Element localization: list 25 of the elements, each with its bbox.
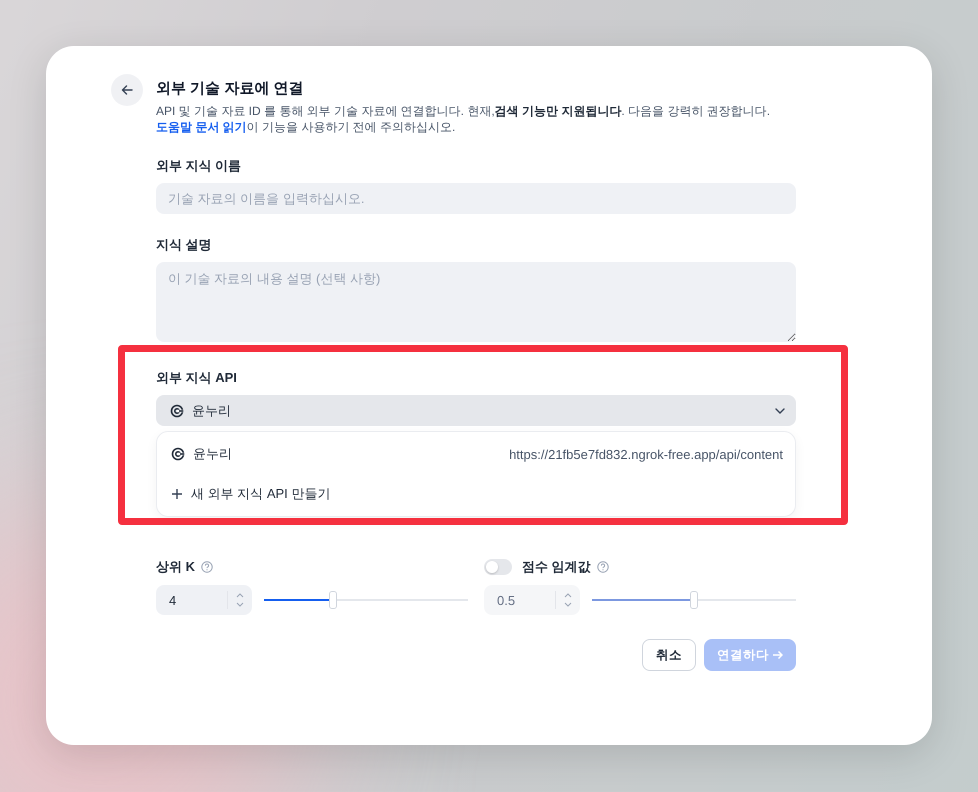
setting-label: 상위 K xyxy=(156,558,195,576)
dialog-description: API 및 기술 자료 ID 를 통해 외부 기술 자료에 연결합니다. 현재,검색 기능만 지원됩니다. 다음을 강력히 권장합니다. 도움말 문서 읽기 이 기능을 사용하기 전에 주의하십시오. xyxy=(156,103,772,135)
field-label: 지식 설명 xyxy=(156,236,213,254)
select-value: 윤누리 xyxy=(192,402,232,420)
help-icon xyxy=(201,561,213,573)
back-arrow-icon xyxy=(121,84,133,96)
arrow-right-icon xyxy=(772,649,783,661)
number-field[interactable]: 4 xyxy=(156,585,252,615)
cancel-button[interactable]: 취소 xyxy=(642,639,696,671)
back-button[interactable] xyxy=(111,74,143,106)
help-link[interactable]: 도움말 문서 읽기 xyxy=(156,120,247,134)
slider-thumb[interactable] xyxy=(329,591,338,609)
dialog-title: 외부 기술 자료에 연결 xyxy=(156,79,305,99)
name-field[interactable]: 기술 자료의 이름을 입력하십시오. xyxy=(156,183,796,214)
field-label: 외부 지식 API xyxy=(156,369,238,387)
help-icon xyxy=(596,561,609,573)
plus-icon xyxy=(171,488,183,500)
create-api-option[interactable]: 새 외부 지식 API 만들기 xyxy=(157,476,795,512)
api-select[interactable]: 윤누리 xyxy=(156,395,796,426)
api-option[interactable]: 윤누리 https://21fb5e7fd832.ngrok-free.app/api/content xyxy=(157,436,795,472)
logo-icon xyxy=(170,404,184,418)
description-field[interactable]: 이 기술 자료의 내용 설명 (선택 사항) xyxy=(156,262,796,342)
logo-icon xyxy=(171,447,185,461)
setting-label: 점수 임계값 xyxy=(522,558,591,576)
field-label: 외부 지식 이름 xyxy=(156,157,242,175)
